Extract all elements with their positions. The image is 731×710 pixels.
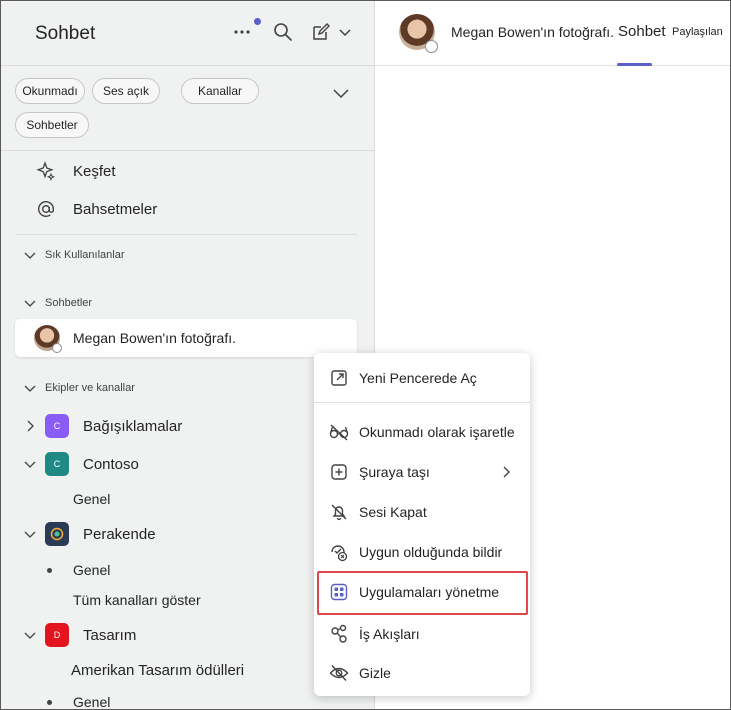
- bell-off-icon: [328, 501, 350, 523]
- presence-offline-icon: [425, 40, 438, 53]
- team-contoso[interactable]: C Contoso: [23, 451, 139, 477]
- team-immunizations[interactable]: C Bağışıklamalar: [23, 413, 182, 439]
- nav-divider: [15, 234, 357, 235]
- chevron-down-icon: [23, 457, 37, 471]
- filter-chip-unmuted[interactable]: Ses açık: [92, 78, 160, 104]
- menu-item-label: Yeni Pencerede Aç: [359, 370, 477, 386]
- chevron-down-icon: [23, 527, 37, 541]
- add-square-icon: [328, 461, 350, 483]
- at-icon: [33, 196, 59, 222]
- header-divider: [1, 65, 374, 66]
- section-label: Sohbetler: [45, 297, 93, 309]
- workflows-icon: [328, 623, 350, 645]
- chat-header: Megan Bowen'ın fotoğrafı. Sohbet Paylaşı…: [375, 1, 730, 66]
- chevron-down-icon: [23, 248, 37, 262]
- sidebar-header: Sohbet: [1, 1, 374, 65]
- presence-offline-icon: [52, 343, 62, 353]
- avatar[interactable]: [399, 14, 438, 53]
- section-chats[interactable]: Sohbetler: [23, 296, 92, 310]
- filter-chip-chats[interactable]: Sohbetler: [15, 112, 89, 138]
- menu-item-hide[interactable]: Gizle: [314, 656, 530, 690]
- menu-item-label: Okunmadı olarak işaretle: [359, 424, 515, 440]
- unread-bullet: [47, 700, 52, 705]
- section-favorites[interactable]: Sık Kullanılanlar: [23, 248, 125, 262]
- chevron-down-icon: [23, 381, 37, 395]
- menu-item-label: İş Akışları: [359, 626, 420, 642]
- nav-item-label: Bahsetmeler: [73, 200, 158, 218]
- filter-chip-channels[interactable]: Kanallar: [181, 78, 259, 104]
- team-name: Contoso: [83, 455, 139, 473]
- new-chat-icon[interactable]: [308, 19, 334, 45]
- team-logo: [45, 522, 69, 546]
- expand-filters-chevron-icon[interactable]: [328, 80, 354, 106]
- chevron-right-icon: [23, 419, 37, 433]
- menu-item-label: Uygun olduğunda bildir: [359, 544, 503, 560]
- notification-dot: [254, 18, 261, 25]
- section-teams[interactable]: Ekipler ve kanallar: [23, 381, 135, 395]
- menu-item-label: Gizle: [359, 665, 391, 681]
- avatar: [34, 325, 62, 353]
- team-name: Perakende: [83, 525, 156, 543]
- channel-retail-general[interactable]: Genel: [73, 562, 110, 578]
- presence-notify-icon: [328, 541, 350, 563]
- nav-item-mentions[interactable]: Bahsetmeler: [33, 195, 157, 223]
- team-logo: C: [45, 414, 69, 438]
- channel-design-general[interactable]: Genel: [73, 694, 110, 709]
- section-label: Sık Kullanılanlar: [45, 249, 125, 261]
- chevron-down-icon: [23, 628, 37, 642]
- filters-divider: [1, 150, 374, 151]
- tab-chat[interactable]: Sohbet: [618, 23, 666, 40]
- context-menu: Yeni Pencerede Aç Okunmadı olarak işaret…: [314, 353, 530, 696]
- highlight-box: [317, 571, 528, 615]
- menu-item-label: Şuraya taşı: [359, 464, 430, 480]
- menu-item-notify-when-available[interactable]: Uygun olduğunda bildir: [314, 535, 530, 569]
- tab-shared[interactable]: Paylaşılan: [672, 26, 723, 38]
- menu-divider: [314, 402, 530, 403]
- channel-design-awards[interactable]: Amerikan Tasarım ödülleri: [71, 662, 244, 679]
- eye-off-icon: [328, 662, 350, 684]
- sidebar-title: Sohbet: [35, 23, 96, 44]
- channel-contoso-general[interactable]: Genel: [73, 491, 110, 507]
- section-label: Ekipler ve kanallar: [45, 382, 135, 394]
- glasses-off-icon: [328, 421, 350, 443]
- chat-header-name: Megan Bowen'ın fotoğrafı.: [451, 24, 614, 40]
- nav-item-label: Keşfet: [73, 162, 116, 180]
- team-design[interactable]: D Tasarım: [23, 622, 136, 648]
- show-all-channels-link[interactable]: Tüm kanalları göster: [73, 592, 201, 608]
- team-name: Bağışıklamalar: [83, 417, 183, 435]
- menu-item-open-new-window[interactable]: Yeni Pencerede Aç: [314, 361, 530, 395]
- menu-item-mark-unread[interactable]: Okunmadı olarak işaretle: [314, 415, 530, 449]
- chat-item-megan[interactable]: Megan Bowen'ın fotoğrafı.: [15, 319, 357, 357]
- filter-chip-unread[interactable]: Okunmadı: [15, 78, 85, 104]
- chevron-right-icon: [503, 466, 510, 478]
- team-name: Tasarım: [83, 626, 137, 644]
- nav-item-discover[interactable]: Keşfet: [33, 157, 116, 185]
- chevron-down-icon: [23, 296, 37, 310]
- menu-item-mute[interactable]: Sesi Kapat: [314, 495, 530, 529]
- active-tab-indicator: [617, 63, 652, 66]
- menu-item-label: Sesi Kapat: [359, 504, 427, 520]
- chevron-down-icon[interactable]: [332, 19, 358, 45]
- open-window-icon: [328, 367, 350, 389]
- chat-item-label: Megan Bowen'ın fotoğrafı.: [73, 330, 236, 346]
- team-logo: C: [45, 452, 69, 476]
- team-retail[interactable]: Perakende: [23, 521, 156, 547]
- sparkle-icon: [33, 158, 59, 184]
- team-logo: D: [45, 623, 69, 647]
- menu-item-workflows[interactable]: İş Akışları: [314, 617, 530, 651]
- menu-item-move-to[interactable]: Şuraya taşı: [314, 455, 530, 489]
- unread-bullet: [47, 568, 52, 573]
- globe-icon: [50, 527, 64, 541]
- search-icon[interactable]: [270, 19, 296, 45]
- more-options-icon[interactable]: [229, 19, 255, 45]
